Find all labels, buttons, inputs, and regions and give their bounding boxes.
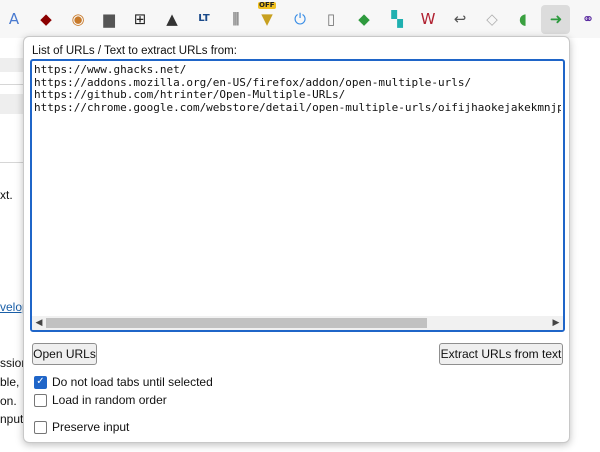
green-cube-icon[interactable]: ◆ — [353, 8, 375, 30]
preserve-input-checkbox[interactable] — [34, 420, 47, 434]
off-badge: OFF — [258, 1, 276, 9]
ublock-icon[interactable]: ◆ — [35, 8, 57, 30]
trash-icon[interactable]: ▆ — [98, 8, 120, 30]
browser-toolbar: A ◆ ◉ ▆ ⊞ ▲ LT ⫼ ▼ OFF ⏻ ▯ ◆ ▚ W ↩ ◇ ◖ ➜ ⚭ — [0, 0, 600, 38]
mouse-icon[interactable]: ▯ — [320, 8, 342, 30]
bg-text: on. — [0, 394, 17, 408]
teal-puzzle-icon[interactable]: ▚ — [386, 8, 408, 30]
urls-label: List of URLs / Text to extract URLs from… — [32, 45, 237, 57]
leaf-icon[interactable]: ◖ — [512, 8, 534, 30]
open-urls-button[interactable]: Open URLs — [32, 343, 97, 365]
extract-urls-button[interactable]: Extract URLs from text — [439, 343, 563, 365]
grid-icon[interactable]: ⊞ — [129, 8, 151, 30]
urls-text[interactable]: https://www.ghacks.net/ https://addons.m… — [34, 64, 561, 114]
random-order-label: Load in random order — [52, 393, 167, 407]
lock-icon[interactable]: ▲ — [161, 8, 183, 30]
option-lazy-load[interactable]: ✓ Do not load tabs until selected — [34, 375, 213, 389]
random-order-checkbox[interactable] — [34, 393, 47, 407]
lazy-load-label: Do not load tabs until selected — [52, 375, 213, 389]
open-multiple-urls-popup: List of URLs / Text to extract URLs from… — [23, 36, 570, 443]
w-badge-icon[interactable]: W — [417, 8, 439, 30]
scroll-left-arrow-icon[interactable]: ◀ — [32, 316, 46, 330]
option-random-order[interactable]: Load in random order — [34, 393, 167, 407]
monkey-icon[interactable]: ◉ — [67, 8, 89, 30]
power-icon[interactable]: ⏻ — [289, 8, 311, 30]
preserve-input-label: Preserve input — [52, 420, 130, 434]
checkmark-icon: ✓ — [36, 376, 45, 387]
bg-text: nput — [0, 412, 24, 426]
undo-arrow-icon[interactable]: ↩ — [449, 8, 471, 30]
chain-link-icon[interactable]: ⚭ — [577, 8, 599, 30]
lazy-load-checkbox[interactable]: ✓ — [34, 375, 47, 389]
scroll-right-arrow-icon[interactable]: ▶ — [549, 316, 563, 330]
urls-textarea[interactable]: https://www.ghacks.net/ https://addons.m… — [30, 59, 565, 332]
open-multiple-urls-icon[interactable]: ➜ — [545, 8, 567, 30]
bg-text: xt. — [0, 188, 13, 202]
stack-icon[interactable]: ◇ — [481, 8, 503, 30]
lt-icon[interactable]: LT — [193, 8, 215, 30]
equalizer-icon[interactable]: ⫼ — [225, 8, 247, 30]
scrollbar-thumb[interactable] — [46, 318, 427, 328]
horizontal-scrollbar[interactable]: ◀ ▶ — [32, 316, 563, 330]
translate-icon[interactable]: A — [3, 8, 25, 30]
off-badge-icon[interactable]: ▼ OFF — [256, 2, 278, 30]
option-preserve-input[interactable]: Preserve input — [34, 420, 129, 434]
